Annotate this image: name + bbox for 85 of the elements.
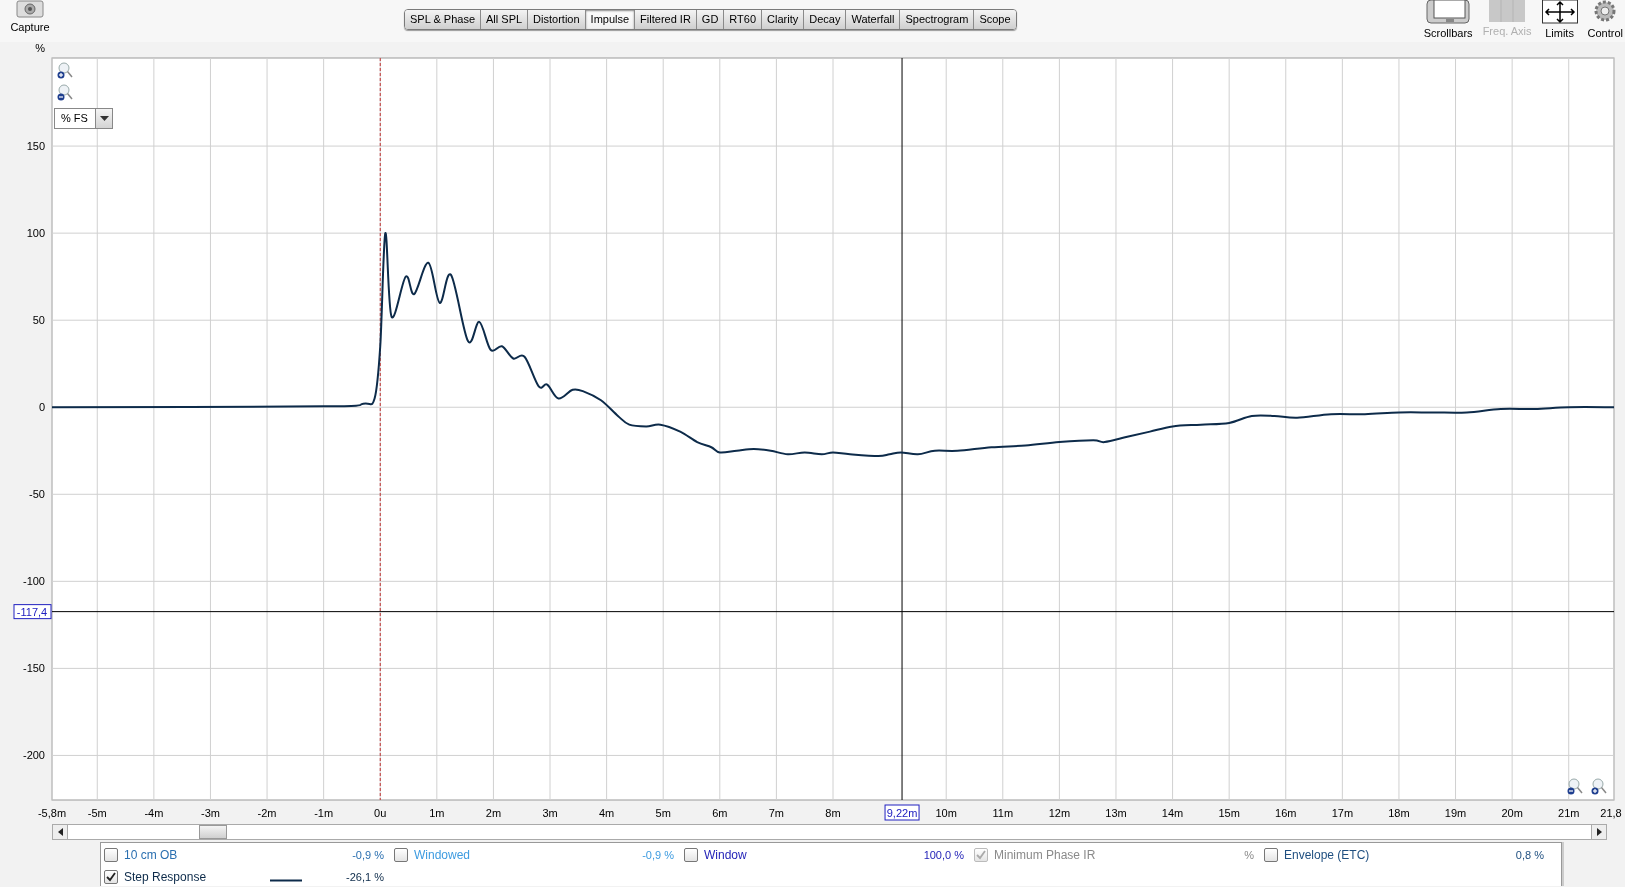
x-tick-label: 1m: [429, 807, 445, 819]
trace-label: Envelope (ETC): [1284, 848, 1370, 862]
view-tab[interactable]: Impulse: [585, 10, 636, 29]
x-tick-label: 16m: [1275, 807, 1297, 819]
view-tab[interactable]: Waterfall: [846, 10, 901, 29]
x-tick-label: 13m: [1105, 807, 1127, 819]
x-tick-label: 12m: [1048, 807, 1071, 819]
view-tab[interactable]: SPL & Phase: [405, 10, 482, 29]
checkbox[interactable]: [104, 870, 118, 884]
x-tick-label: 5m: [655, 807, 671, 819]
scrollbar-thumb[interactable]: [199, 825, 227, 839]
y-tick-label: -150: [22, 662, 45, 675]
y-axis-label: %: [35, 42, 45, 54]
x-tick-label: -3m: [201, 807, 220, 819]
x-tick-label: -1m: [314, 807, 334, 819]
view-tab[interactable]: GD: [696, 10, 725, 29]
x-tick-label: 21,8: [1600, 807, 1622, 819]
view-tab[interactable]: RT60: [724, 10, 763, 29]
x-tick-label: 15m: [1218, 807, 1240, 819]
trace-value: 100,0 %: [922, 849, 964, 861]
x-tick-label: 7m: [768, 807, 785, 819]
view-tab[interactable]: All SPL: [481, 10, 529, 29]
trace-value: %: [1243, 849, 1254, 861]
trace-label: Step Response: [124, 870, 207, 884]
x-tick-label: 18m: [1388, 807, 1410, 819]
x-tick-label: 3m: [542, 807, 558, 819]
x-tick-label: 14m: [1161, 807, 1184, 819]
x-tick-label: 17m: [1331, 807, 1354, 819]
cursor-y-readout: -117,4: [13, 604, 52, 620]
trace-label: Window: [704, 848, 747, 862]
y-tick-label: -100: [22, 575, 45, 588]
ref-line-label: -117,4: [16, 605, 48, 618]
trace-value: 0,8 %: [1514, 849, 1544, 861]
x-tick-label: 4m: [599, 807, 615, 819]
toolbar-button[interactable]: Limits: [1541, 0, 1578, 39]
x-tick-label: 0u: [374, 807, 387, 819]
x-tick-label: 6m: [712, 807, 728, 819]
view-tab[interactable]: Scope: [974, 10, 1016, 29]
zoom-in-icon[interactable]: [1591, 778, 1607, 796]
x-tick-label: 19m: [1444, 807, 1467, 819]
trace-value: -0,9 %: [641, 849, 674, 861]
camera-icon: [16, 0, 44, 18]
x-tick-label: -4m: [144, 807, 164, 819]
y-tick-label: -200: [22, 749, 45, 762]
caret-icon: [99, 116, 109, 121]
view-tab[interactable]: Clarity: [762, 10, 805, 29]
horizontal-scrollbar[interactable]: [52, 824, 1607, 840]
view-tab[interactable]: Filtered IR: [635, 10, 697, 29]
y-tick-label: -50: [29, 488, 45, 501]
y-tick-label: 100: [26, 227, 45, 240]
view-tab[interactable]: Spectrogram: [900, 10, 975, 29]
checkbox[interactable]: [684, 848, 698, 862]
trace-value: -26,1 %: [345, 871, 384, 883]
x-tick-label: 21m: [1558, 807, 1580, 819]
y-tick-label: 0: [38, 401, 45, 414]
zoom-out-icon[interactable]: [57, 84, 73, 102]
trace-label: Windowed: [414, 848, 471, 862]
unit-dropdown[interactable]: % FS: [54, 108, 113, 129]
y-tick-label: 150: [26, 140, 45, 153]
x-tick-label: 10m: [935, 807, 957, 819]
left-arrow-icon[interactable]: [57, 828, 63, 836]
toolbar-button[interactable]: Scrollbars: [1423, 0, 1473, 39]
x-tick-label: -5m: [87, 807, 107, 819]
grid-icon: [1489, 0, 1526, 22]
trace-label: 10 cm OB: [124, 848, 178, 862]
checkbox[interactable]: [104, 848, 118, 862]
trace-label: Minimum Phase IR: [994, 848, 1096, 862]
toolbar-button[interactable]: Control: [1587, 0, 1623, 39]
checkbox[interactable]: [394, 848, 408, 862]
x-tick-label: 20m: [1501, 807, 1523, 819]
capture-button[interactable]: Capture: [8, 0, 52, 33]
right-arrow-icon[interactable]: [1596, 828, 1602, 836]
view-tab[interactable]: Distortion: [528, 10, 586, 29]
y-tick-label: 50: [32, 314, 45, 327]
x-tick-label: 8m: [825, 807, 841, 819]
trace-value: -0,9 %: [351, 849, 384, 861]
zoom-in-icon[interactable]: [57, 62, 73, 80]
cursor-x-readout: 9,22m: [884, 804, 920, 821]
checkbox[interactable]: [1264, 848, 1278, 862]
x-tick-label: 11m: [992, 807, 1014, 819]
zoom-out-icon[interactable]: [1567, 778, 1583, 796]
x-tick-label: 2m: [485, 807, 502, 819]
x-tick-label: -2m: [257, 807, 277, 819]
view-tab[interactable]: Decay: [804, 10, 847, 29]
x-tick-label: -5,8m: [37, 807, 67, 819]
